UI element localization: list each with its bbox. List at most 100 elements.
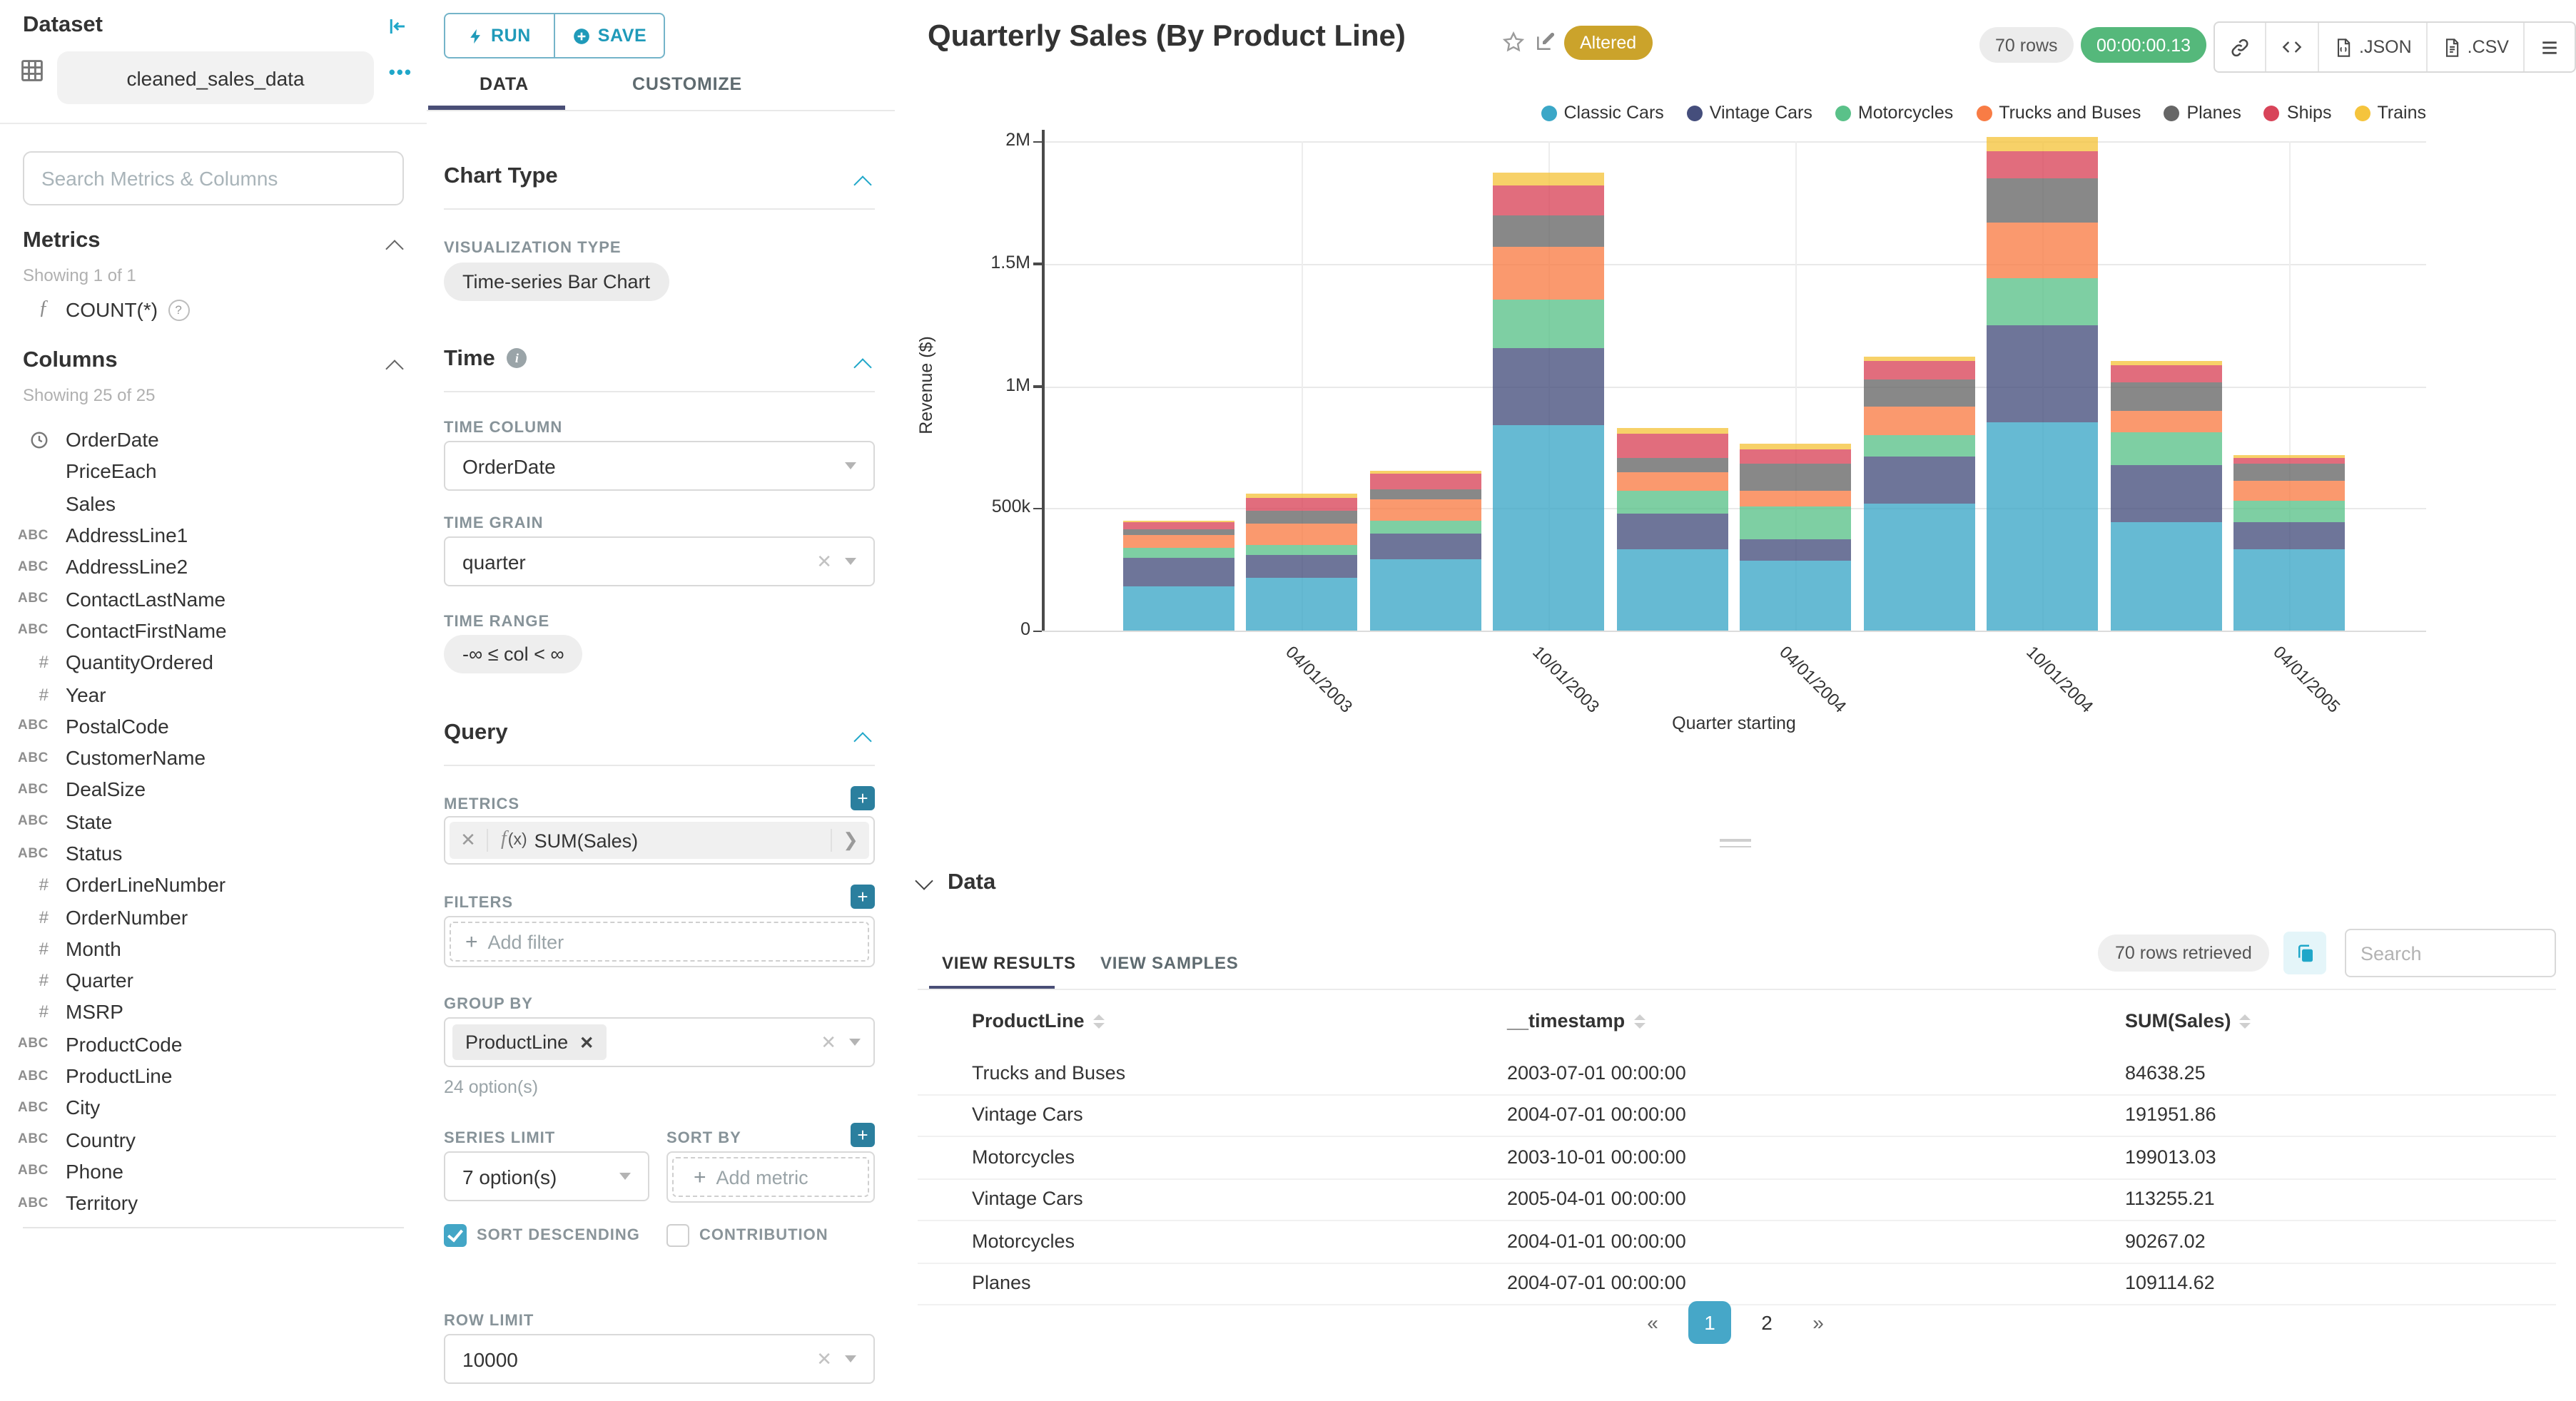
stacked-bar[interactable] (1246, 141, 1358, 631)
group-by-chip[interactable]: ProductLine ✕ (452, 1024, 607, 1060)
bar-segment[interactable] (1616, 427, 1728, 434)
bar-segment[interactable] (1369, 520, 1481, 534)
bar-segment[interactable] (1987, 222, 2099, 279)
column-item[interactable]: ABC Territory (0, 1187, 427, 1219)
bar-segment[interactable] (2233, 463, 2346, 481)
run-button[interactable]: RUN (445, 14, 555, 57)
metrics-collapse-icon[interactable] (385, 240, 404, 258)
clear-icon[interactable]: ✕ (816, 1347, 845, 1370)
add-filter-button[interactable]: + (851, 885, 875, 909)
checkbox-unchecked-icon[interactable] (666, 1224, 689, 1247)
column-item[interactable]: # Month (0, 933, 427, 965)
bar-segment[interactable] (1863, 503, 1975, 631)
table-column-header[interactable]: SUM(Sales) (2125, 1010, 2251, 1031)
bar-segment[interactable] (2110, 365, 2222, 383)
stacked-bar-chart[interactable] (1042, 137, 2426, 631)
bar-segment[interactable] (1493, 173, 1605, 186)
bar-segment[interactable] (1987, 278, 2099, 325)
legend-item[interactable]: Trains (2354, 103, 2426, 123)
table-row[interactable]: Planes 2004-07-01 00:00:00 109114.62 (918, 1262, 2556, 1305)
row-limit-select[interactable]: 10000 ✕ (444, 1334, 875, 1384)
visualization-type-value[interactable]: Time-series Bar Chart (444, 263, 669, 301)
column-item[interactable]: ABC PostalCode (0, 710, 427, 742)
export-csv-button[interactable]: .CSV (2428, 23, 2525, 71)
bar-segment[interactable] (1122, 586, 1234, 631)
column-item[interactable]: ABC ContactFirstName (0, 615, 427, 647)
tab-view-results[interactable]: VIEW RESULTS (942, 953, 1076, 973)
column-item[interactable]: ABC CustomerName (0, 742, 427, 774)
bar-segment[interactable] (1493, 215, 1605, 247)
bar-segment[interactable] (1246, 578, 1358, 631)
add-sort-metric-button[interactable]: + (851, 1123, 875, 1147)
table-row[interactable]: Motorcycles 2004-01-01 00:00:00 90267.02 (918, 1220, 2556, 1263)
group-by-select[interactable]: ProductLine ✕ ✕ (444, 1017, 875, 1067)
metric-chip[interactable]: ✕ f (x) SUM(Sales) ❯ (450, 822, 869, 859)
altered-badge[interactable]: Altered (1564, 26, 1653, 60)
stacked-bar[interactable] (1740, 141, 1852, 631)
bar-segment[interactable] (1122, 557, 1234, 587)
clear-icon[interactable]: ✕ (816, 550, 845, 573)
pagination-next[interactable]: » (1802, 1311, 1834, 1334)
pagination-prev[interactable]: « (1637, 1311, 1668, 1334)
resize-drag-handle[interactable] (1720, 835, 1751, 852)
bar-segment[interactable] (2110, 410, 2222, 433)
stacked-bar[interactable] (2233, 141, 2346, 631)
sort-icon[interactable] (2239, 1014, 2251, 1028)
legend-item[interactable]: Ships (2263, 103, 2331, 123)
dataset-options-icon[interactable]: ••• (389, 61, 412, 83)
bar-segment[interactable] (1863, 379, 1975, 407)
bar-segment[interactable] (2233, 549, 2346, 631)
add-sort-metric-dropzone[interactable]: + Add metric (672, 1157, 869, 1197)
checkbox-checked-icon[interactable] (444, 1224, 467, 1247)
bar-segment[interactable] (1616, 513, 1728, 550)
table-column-header[interactable]: ProductLine (972, 1010, 1105, 1031)
sort-descending-checkbox[interactable]: SORT DESCENDING (444, 1224, 658, 1247)
table-row[interactable]: Vintage Cars 2004-07-01 00:00:00 191951.86 (918, 1094, 2556, 1137)
bar-segment[interactable] (1740, 449, 1852, 464)
bar-segment[interactable] (1246, 554, 1358, 579)
bar-segment[interactable] (1987, 178, 2099, 223)
table-row[interactable]: Vintage Cars 2005-04-01 00:00:00 113255.21 (918, 1178, 2556, 1221)
bar-segment[interactable] (1493, 347, 1605, 425)
copy-link-button[interactable] (2215, 23, 2266, 71)
bar-segment[interactable] (2233, 522, 2346, 550)
column-item[interactable]: ABC AddressLine2 (0, 551, 427, 583)
table-search-input[interactable] (2345, 929, 2556, 977)
search-metrics-columns-input[interactable] (23, 151, 404, 205)
sort-icon[interactable] (1633, 1014, 1646, 1028)
legend-item[interactable]: Classic Cars (1541, 103, 1664, 123)
stacked-bar[interactable] (1369, 141, 1481, 631)
column-item[interactable]: ABC Status (0, 837, 427, 870)
bar-segment[interactable] (1987, 422, 2099, 631)
legend-item[interactable]: Trucks and Buses (1976, 103, 2141, 123)
dataset-name[interactable]: cleaned_sales_data (57, 51, 374, 104)
bar-segment[interactable] (1122, 522, 1234, 529)
column-item[interactable]: ABC Country (0, 1124, 427, 1156)
bar-segment[interactable] (1740, 491, 1852, 507)
legend-item[interactable]: Planes (2164, 103, 2241, 123)
column-item[interactable]: ABC City (0, 1091, 427, 1124)
bar-segment[interactable] (1740, 506, 1852, 539)
remove-metric-icon[interactable]: ✕ (450, 829, 488, 852)
edit-properties-icon[interactable] (1534, 30, 1557, 53)
column-item[interactable]: Sales (0, 487, 427, 519)
column-item[interactable]: PriceEach (0, 456, 427, 488)
stacked-bar[interactable] (1122, 141, 1234, 631)
metric-item[interactable]: ƒ COUNT(*)? (0, 294, 427, 326)
column-item[interactable]: OrderDate (0, 424, 427, 456)
bar-segment[interactable] (1246, 544, 1358, 555)
time-grain-select[interactable]: quarter ✕ (444, 536, 875, 586)
column-item[interactable]: # Quarter (0, 964, 427, 997)
bar-segment[interactable] (1122, 535, 1234, 548)
bar-segment[interactable] (1740, 561, 1852, 631)
bar-segment[interactable] (2233, 501, 2346, 523)
bar-segment[interactable] (1122, 529, 1234, 536)
tab-data[interactable]: DATA (480, 74, 529, 94)
bar-segment[interactable] (1863, 456, 1975, 504)
bar-segment[interactable] (1863, 406, 1975, 436)
bar-segment[interactable] (1740, 443, 1852, 450)
column-item[interactable]: # OrderNumber (0, 901, 427, 933)
bar-segment[interactable] (1369, 499, 1481, 521)
bar-segment[interactable] (1369, 489, 1481, 500)
bar-segment[interactable] (1493, 424, 1605, 631)
